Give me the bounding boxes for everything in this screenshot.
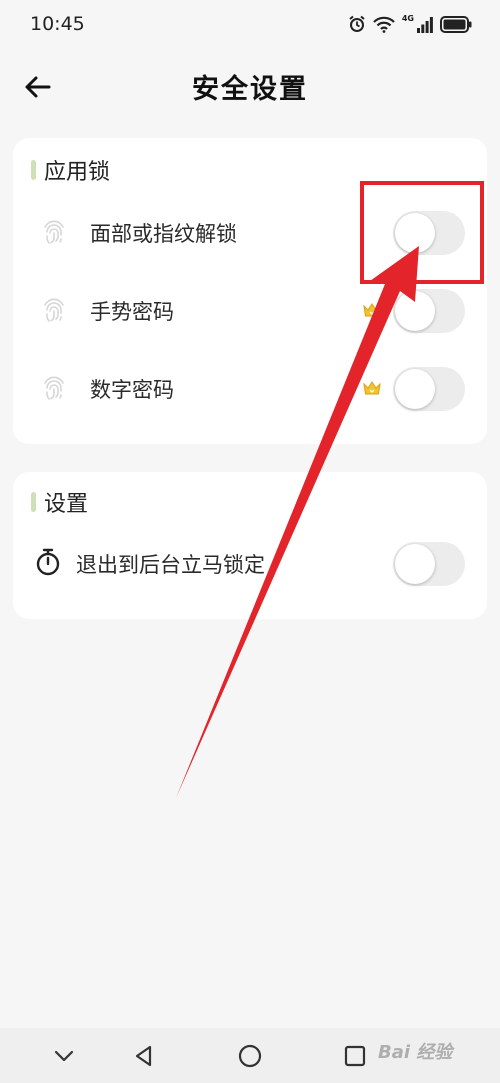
chevron-down-icon[interactable] (50, 1042, 78, 1070)
battery-icon (440, 15, 472, 33)
timer-icon (33, 547, 63, 577)
fingerprint-icon (39, 217, 69, 247)
alarm-icon (348, 15, 366, 33)
back-triangle-icon[interactable] (130, 1042, 158, 1070)
lock-on-background-label: 退出到后台立马锁定 (76, 553, 265, 577)
signal-icon (417, 16, 433, 33)
wifi-icon (373, 16, 395, 33)
settings-card: 设置 退出到后台立马锁定 (13, 472, 487, 619)
number-password-label: 数字密码 (90, 378, 174, 402)
watermark-text: Bai 经验 (378, 1042, 453, 1063)
fingerprint-icon (39, 295, 69, 325)
app-lock-card: 应用锁 面部或指纹解锁 手势密码 数字密码 (13, 138, 487, 444)
lock-on-background-toggle[interactable] (393, 542, 465, 586)
gesture-password-label: 手势密码 (90, 300, 174, 324)
app-lock-section-header: 应用锁 (31, 154, 110, 186)
toggle-knob (395, 291, 435, 331)
gesture-password-toggle[interactable] (393, 289, 465, 333)
toggle-knob (395, 213, 435, 253)
network-type-label: 4G (401, 13, 414, 23)
face-fingerprint-unlock-toggle[interactable] (393, 211, 465, 255)
face-fingerprint-unlock-row[interactable]: 面部或指纹解锁 (13, 197, 487, 267)
section-accent-bar (31, 492, 36, 512)
page-title: 安全设置 (192, 74, 308, 105)
face-fingerprint-unlock-label: 面部或指纹解锁 (90, 222, 237, 246)
app-lock-section-title: 应用锁 (44, 160, 111, 185)
fingerprint-icon (39, 373, 69, 403)
number-password-row[interactable]: 数字密码 (13, 353, 487, 423)
home-circle-icon[interactable] (236, 1042, 264, 1070)
section-accent-bar (31, 160, 36, 180)
toggle-knob (395, 369, 435, 409)
toggle-knob (395, 544, 435, 584)
crown-icon (362, 300, 382, 320)
status-time: 10:45 (30, 13, 85, 35)
number-password-toggle[interactable] (393, 367, 465, 411)
page-header: 安全设置 (0, 55, 500, 119)
recents-square-icon[interactable] (341, 1042, 369, 1070)
gesture-password-row[interactable]: 手势密码 (13, 275, 487, 345)
crown-icon (362, 378, 382, 398)
lock-on-background-row[interactable]: 退出到后台立马锁定 (13, 528, 487, 598)
status-icons: 4G (348, 13, 472, 33)
status-bar: 10:45 4G (0, 0, 500, 48)
settings-section-title: 设置 (44, 492, 89, 517)
settings-section-header: 设置 (31, 486, 88, 518)
